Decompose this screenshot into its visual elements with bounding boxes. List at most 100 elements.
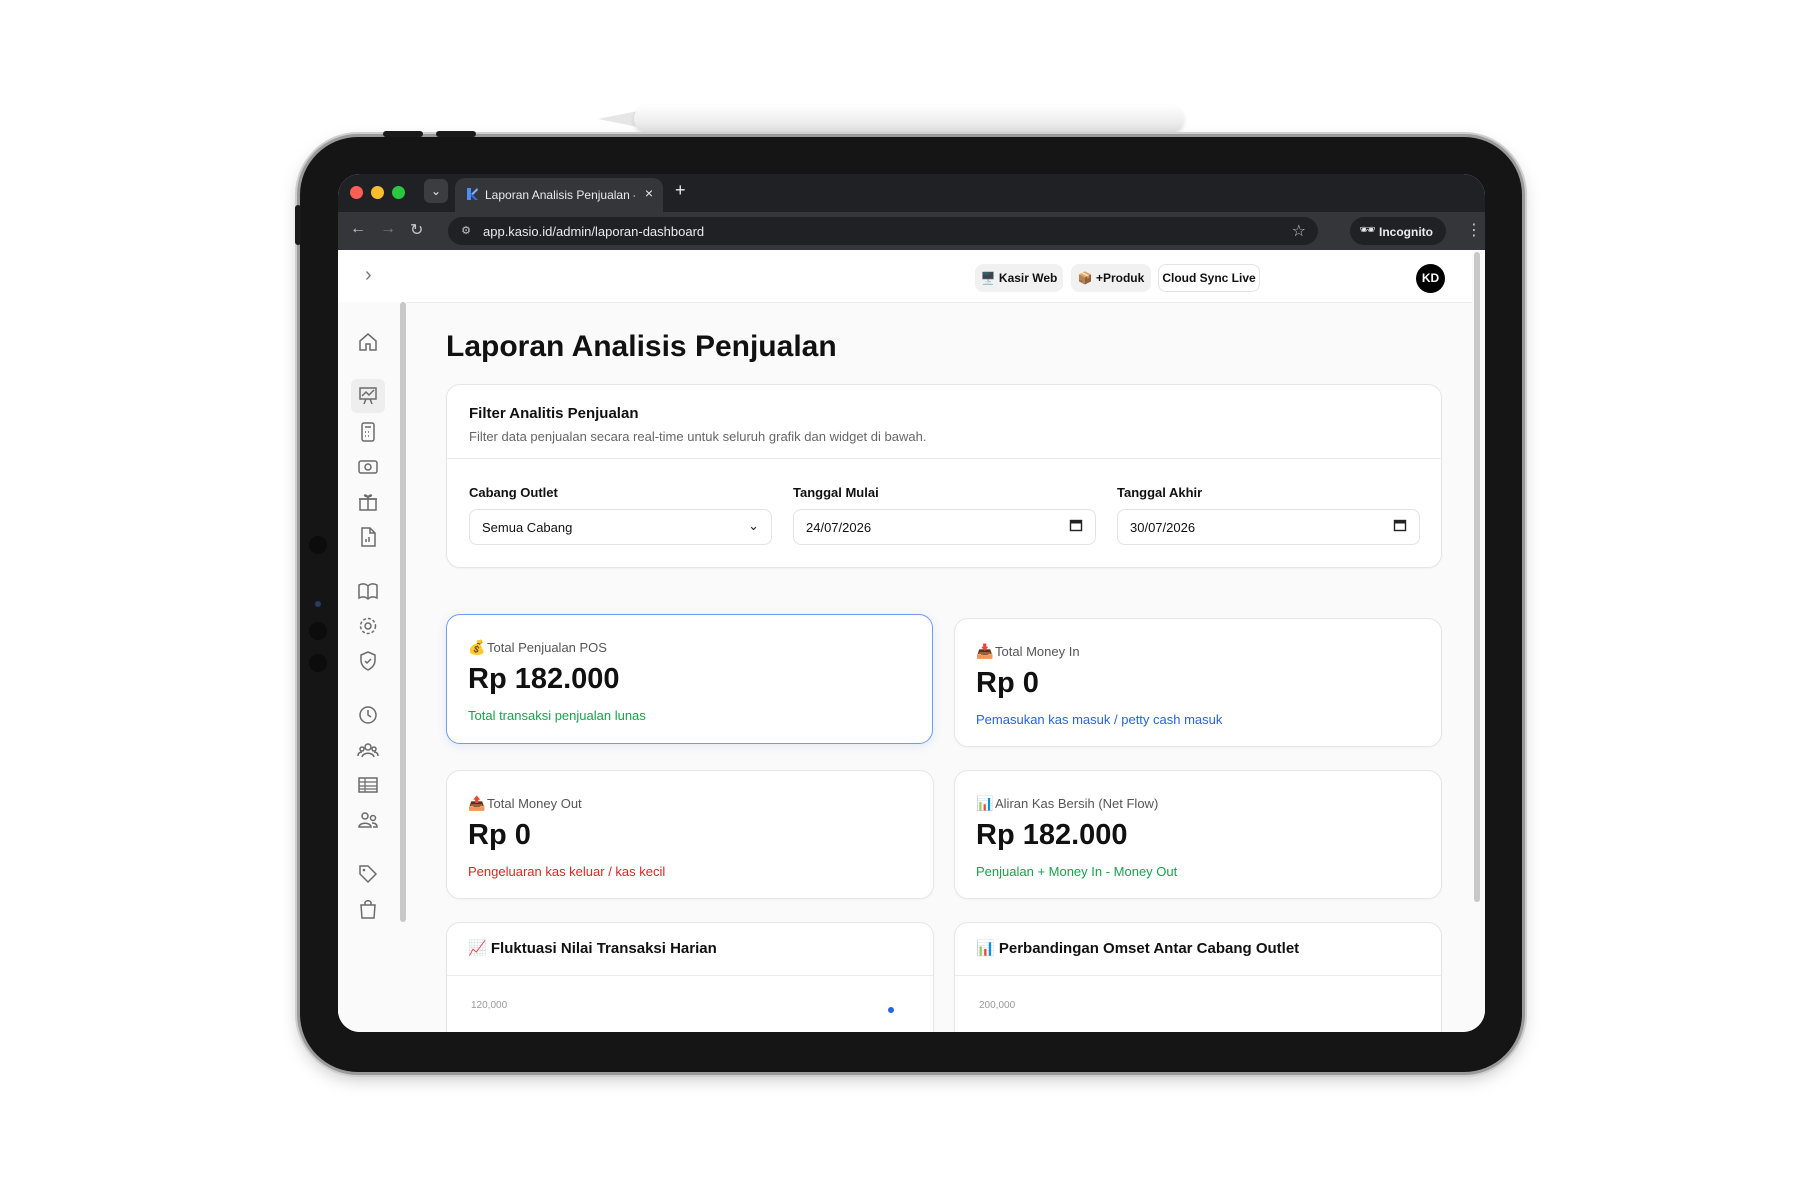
url-omnibox[interactable]: ⚙ app.kasio.id/admin/laporan-dashboard ☆ bbox=[448, 217, 1318, 245]
calculator-icon[interactable] bbox=[355, 419, 381, 445]
filter-divider bbox=[447, 458, 1441, 459]
cloud-sync-status-button[interactable]: Cloud Sync Live bbox=[1158, 264, 1260, 292]
shopping-bag-icon[interactable] bbox=[355, 896, 381, 922]
stylus-pencil bbox=[598, 103, 1188, 135]
stat-value: Rp 0 bbox=[976, 667, 1039, 699]
tablet-sensor bbox=[315, 601, 321, 607]
chart-card-daily-transactions: 📈 Fluktuasi Nilai Transaksi Harian 120,0… bbox=[446, 922, 934, 1032]
tablet-camera bbox=[309, 622, 327, 640]
stat-label: Total Money Out bbox=[487, 796, 582, 811]
chart-divider bbox=[447, 975, 933, 976]
app-root: › 🖥️ Kasir Web 📦 +Produk Cloud Sync Live… bbox=[338, 250, 1485, 1032]
stat-label: Total Money In bbox=[995, 644, 1080, 659]
bookmark-star-icon[interactable]: ☆ bbox=[1292, 221, 1306, 241]
outbox-tray-icon: 📤 bbox=[468, 795, 486, 811]
window-minimize-button[interactable] bbox=[371, 186, 384, 199]
end-date-label: Tanggal Akhir bbox=[1117, 485, 1203, 500]
cloud-sync-label: Cloud Sync Live bbox=[1162, 271, 1256, 285]
monitor-icon: 🖥️ bbox=[980, 271, 996, 285]
tab-search-dropdown-icon[interactable]: ⌄ bbox=[424, 179, 448, 203]
filter-card: Filter Analitis Penjualan Filter data pe… bbox=[446, 384, 1442, 568]
y-axis-tick-label: 120,000 bbox=[471, 1000, 508, 1011]
stat-card-total-money-out[interactable]: 📤 Total Money Out Rp 0 Pengeluaran kas k… bbox=[446, 770, 934, 899]
page-scrollbar[interactable] bbox=[1474, 252, 1480, 902]
tablet-screen: ⌄ Laporan Analisis Penjualan - Kasio × +… bbox=[338, 174, 1485, 1032]
browser-tab-bar: ⌄ Laporan Analisis Penjualan - Kasio × + bbox=[338, 174, 1485, 212]
url-text[interactable]: app.kasio.id/admin/laporan-dashboard bbox=[483, 224, 704, 239]
branch-outlet-value: Semua Cabang bbox=[482, 520, 573, 535]
tablet-button-top bbox=[436, 131, 476, 137]
tablet-camera bbox=[309, 654, 327, 672]
money-bag-icon: 💰 bbox=[468, 639, 486, 655]
start-date-label: Tanggal Mulai bbox=[793, 485, 879, 500]
back-arrow-icon[interactable]: ← bbox=[350, 220, 366, 238]
end-date-input[interactable]: 30/07/2026 bbox=[1117, 509, 1420, 545]
incognito-label: Incognito bbox=[1379, 225, 1433, 239]
filter-subtitle: Filter data penjualan secara real-time u… bbox=[469, 429, 927, 444]
cash-register-icon[interactable] bbox=[355, 454, 381, 480]
forward-arrow-icon[interactable]: → bbox=[380, 220, 396, 238]
sidebar-expand-chevron-icon[interactable]: › bbox=[365, 264, 372, 287]
tablet-button-side bbox=[295, 205, 301, 245]
chevron-down-icon: ⌄ bbox=[748, 518, 759, 533]
window-maximize-button[interactable] bbox=[392, 186, 405, 199]
sidebar-nav bbox=[338, 302, 406, 1032]
main-content: Laporan Analisis Penjualan Filter Analit… bbox=[408, 302, 1468, 1032]
stat-card-net-cash-flow[interactable]: 📊 Aliran Kas Bersih (Net Flow) Rp 182.00… bbox=[954, 770, 1442, 899]
tab-close-icon[interactable]: × bbox=[645, 185, 653, 201]
kasir-web-button[interactable]: 🖥️ Kasir Web bbox=[975, 264, 1063, 292]
tablet-camera bbox=[309, 536, 327, 554]
home-icon[interactable] bbox=[355, 329, 381, 355]
sales-analytics-chart-icon[interactable] bbox=[351, 379, 385, 413]
app-topbar: › 🖥️ Kasir Web 📦 +Produk Cloud Sync Live… bbox=[338, 250, 1472, 303]
browser-menu-icon[interactable]: ⋮ bbox=[1466, 220, 1482, 240]
browser-tab-active[interactable]: Laporan Analisis Penjualan - Kasio × bbox=[455, 178, 663, 212]
book-icon[interactable] bbox=[355, 578, 381, 604]
incognito-badge[interactable]: 🕶 Incognito bbox=[1350, 217, 1446, 245]
settings-gear-icon[interactable] bbox=[355, 613, 381, 639]
window-close-button[interactable] bbox=[350, 186, 363, 199]
stat-value: Rp 182.000 bbox=[468, 663, 620, 695]
add-product-label: +Produk bbox=[1095, 271, 1145, 285]
user-avatar[interactable]: KD bbox=[1416, 264, 1445, 293]
reload-icon[interactable]: ↻ bbox=[410, 220, 423, 240]
kasir-web-label: Kasir Web bbox=[998, 271, 1058, 285]
new-tab-icon[interactable]: + bbox=[675, 180, 686, 201]
gift-icon[interactable] bbox=[355, 489, 381, 515]
stat-label: Aliran Kas Bersih (Net Flow) bbox=[995, 796, 1159, 811]
chart-title: 📊 Perbandingan Omset Antar Cabang Outlet bbox=[976, 939, 1299, 957]
stat-card-total-money-in[interactable]: 📥 Total Money In Rp 0 Pemasukan kas masu… bbox=[954, 618, 1442, 747]
chart-title: 📈 Fluktuasi Nilai Transaksi Harian bbox=[468, 939, 717, 957]
package-icon: 📦 bbox=[1077, 271, 1093, 285]
kasio-favicon-icon bbox=[467, 188, 478, 200]
page-title: Laporan Analisis Penjualan bbox=[446, 330, 837, 363]
add-product-button[interactable]: 📦 +Produk bbox=[1071, 264, 1151, 292]
site-settings-icon[interactable]: ⚙ bbox=[458, 223, 474, 239]
report-document-icon[interactable] bbox=[355, 524, 381, 550]
calendar-icon[interactable] bbox=[1393, 518, 1407, 532]
team-users-icon[interactable] bbox=[355, 737, 381, 763]
calendar-icon[interactable] bbox=[1069, 518, 1083, 532]
bar-chart-icon: 📊 bbox=[976, 940, 995, 957]
stat-note: Total transaksi penjualan lunas bbox=[468, 708, 646, 723]
sidebar-scrollbar[interactable] bbox=[400, 302, 406, 922]
clock-history-icon[interactable] bbox=[355, 702, 381, 728]
customers-icon[interactable] bbox=[355, 807, 381, 833]
y-axis-tick-label: 200,000 bbox=[979, 1000, 1016, 1011]
browser-address-bar: ← → ↻ ⚙ app.kasio.id/admin/laporan-dashb… bbox=[338, 212, 1485, 250]
line-data-point[interactable] bbox=[888, 1007, 894, 1013]
shield-check-icon[interactable] bbox=[355, 648, 381, 674]
table-grid-icon[interactable] bbox=[355, 772, 381, 798]
start-date-input[interactable]: 24/07/2026 bbox=[793, 509, 1096, 545]
end-date-value: 30/07/2026 bbox=[1130, 520, 1196, 535]
start-date-value: 24/07/2026 bbox=[806, 520, 872, 535]
stat-value: Rp 182.000 bbox=[976, 819, 1128, 851]
branch-outlet-label: Cabang Outlet bbox=[469, 485, 558, 500]
branch-outlet-select[interactable]: Semua Cabang ⌄ bbox=[469, 509, 772, 545]
tag-icon[interactable] bbox=[355, 861, 381, 887]
bar-chart-icon: 📊 bbox=[976, 795, 994, 811]
tablet-button-top bbox=[383, 131, 423, 137]
inbox-tray-icon: 📥 bbox=[976, 643, 994, 659]
stat-note: Pengeluaran kas keluar / kas kecil bbox=[468, 864, 666, 879]
stat-card-total-pos-sales[interactable]: 💰 Total Penjualan POS Rp 182.000 Total t… bbox=[446, 614, 933, 744]
